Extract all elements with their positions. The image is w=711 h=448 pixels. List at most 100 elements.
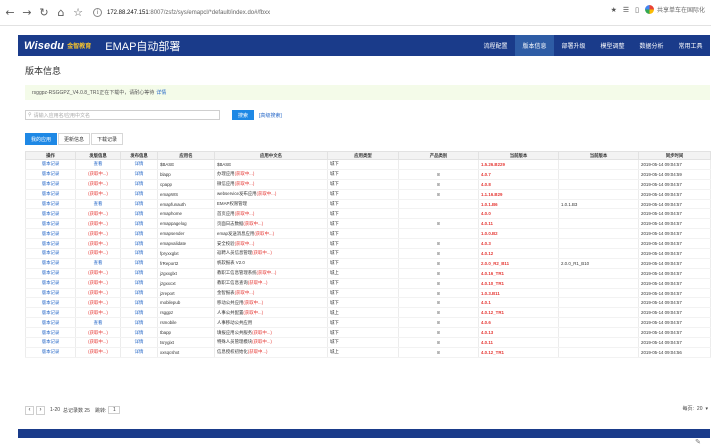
release-info-link[interactable]: (获取中...) [88,211,108,216]
release-info-link[interactable]: (获取中...) [88,181,108,186]
cell-text: 2019-05-14 09:04:57 [641,241,682,247]
version-record-link[interactable]: 版本记录 [42,310,60,315]
release-info-link[interactable]: (获取中...) [88,221,108,226]
profile-button[interactable]: 共享单车在国际化 [644,5,705,14]
detail-link[interactable]: 详情 [135,191,144,196]
nav-item[interactable]: 模型调整 [593,35,632,56]
extensions-icon[interactable]: ★ [611,6,617,14]
release-info-link[interactable]: (获取中...) [88,270,108,275]
table-cell: 2019-05-14 09:04:57 [638,218,711,230]
version-record-link[interactable]: 版本记录 [42,250,60,255]
sidebar-icon[interactable]: ▯ [635,6,639,14]
version-record-link[interactable]: 版本记录 [42,171,60,176]
detail-link[interactable]: 详情 [135,231,144,236]
detail-link[interactable]: 详情 [135,201,144,206]
home-icon[interactable]: ⌂ [54,6,68,20]
detail-link[interactable]: 详情 [135,320,144,325]
release-info-link[interactable]: (获取中...) [88,241,108,246]
next-page-icon[interactable]: › [36,405,45,415]
detail-link[interactable]: 详情 [135,330,144,335]
per-page-select[interactable]: 20 [697,406,703,412]
version-record-link[interactable]: 版本记录 [42,191,60,196]
version-record-link[interactable]: 版本记录 [42,300,60,305]
table-cell [558,208,639,220]
forward-icon[interactable]: → [20,6,34,20]
detail-link[interactable]: 详情 [135,290,144,295]
cell-text: 4.0.12_TR1 [481,349,504,355]
detail-link[interactable]: 详情 [135,260,144,265]
release-info-link[interactable]: 查看 [94,161,103,166]
version-record-link[interactable]: 版本记录 [42,339,60,344]
version-record-link[interactable]: 版本记录 [42,260,60,265]
release-info-link[interactable]: (获取中...) [88,349,108,354]
nav-item[interactable]: 流程配置 [476,35,515,56]
detail-link[interactable]: 详情 [135,171,144,176]
goto-page-input[interactable]: 1 [108,406,121,414]
nav-item[interactable]: 常用工具 [671,35,710,56]
release-info-link[interactable]: (获取中...) [88,339,108,344]
release-info-link[interactable]: (获取中...) [88,290,108,295]
version-record-link[interactable]: 版本记录 [42,231,60,236]
tab-update-info[interactable]: 更新信息 [58,133,91,145]
reload-icon[interactable]: ↻ [37,6,51,20]
version-record-link[interactable]: 版本记录 [42,280,60,285]
release-info-link[interactable]: 查看 [94,260,103,265]
info-icon[interactable]: i [93,8,102,17]
version-record-link[interactable]: 版本记录 [42,349,60,354]
notice-detail-link[interactable]: 详情 [156,89,166,96]
detail-link[interactable]: 详情 [135,211,144,216]
nav-item[interactable]: 数据分析 [632,35,671,56]
detail-link[interactable]: 详情 [135,349,144,354]
version-record-link[interactable]: 版本记录 [42,181,60,186]
release-info-link[interactable]: (获取中...) [88,280,108,285]
back-icon[interactable]: ← [3,6,17,20]
chevron-down-icon[interactable]: ▾ [705,406,708,412]
table-cell: 移动公共应用(获取中...) [214,297,328,309]
fetching-status: (获取中...) [234,210,255,216]
search-button[interactable]: 搜索 [232,110,254,120]
release-info-link[interactable]: (获取中...) [88,191,108,196]
release-info-link[interactable]: (获取中...) [88,171,108,176]
release-info-link[interactable]: 查看 [94,320,103,325]
version-record-link[interactable]: 版本记录 [42,320,60,325]
tab-download-log[interactable]: 下载记录 [91,133,124,145]
version-record-link[interactable]: 版本记录 [42,241,60,246]
advanced-search-link[interactable]: [高级搜索] [259,112,282,119]
release-info-link[interactable]: (获取中...) [88,310,108,315]
detail-link[interactable]: 详情 [135,339,144,344]
version-record-link[interactable]: 版本记录 [42,330,60,335]
search-input[interactable]: ⚲ 请输入应用名/应用中文名 [25,110,220,120]
version-record-link[interactable]: 版本记录 [42,161,60,166]
version-record-link[interactable]: 版本记录 [42,211,60,216]
address-bar[interactable]: i 172.88.247.151 :8007/zsfz/sys/emapcl/*… [93,5,593,21]
detail-link[interactable]: 详情 [135,241,144,246]
app-cn-name: emap发送消息应用 [217,230,255,236]
release-info-link[interactable]: (获取中...) [88,300,108,305]
detail-link[interactable]: 详情 [135,221,144,226]
detail-link[interactable]: 详情 [135,300,144,305]
release-info-link[interactable]: 查看 [94,201,103,206]
prev-page-icon[interactable]: ‹ [25,405,34,415]
edit-icon[interactable]: ✎ [695,438,701,446]
detail-link[interactable]: 详情 [135,250,144,255]
bookmark-star-icon[interactable]: ☆ [71,6,85,20]
detail-link[interactable]: 详情 [135,270,144,275]
tab-my-apps[interactable]: 我的应用 [25,133,58,145]
release-info-link[interactable]: (获取中...) [88,231,108,236]
translate-icon[interactable]: ☰ [623,6,629,14]
version-record-link[interactable]: 版本记录 [42,201,60,206]
version-record-link[interactable]: 版本记录 [42,290,60,295]
nav-item-active[interactable]: 版本信息 [515,35,554,56]
table-cell: 8 [398,258,479,269]
table-cell: 城上 [327,307,399,319]
detail-link[interactable]: 详情 [135,280,144,285]
version-record-link[interactable]: 版本记录 [42,270,60,275]
detail-link[interactable]: 详情 [135,161,144,166]
nav-item[interactable]: 部署升级 [554,35,593,56]
detail-link[interactable]: 详情 [135,181,144,186]
version-record-link[interactable]: 版本记录 [42,221,60,226]
release-info-link[interactable]: (获取中...) [88,250,108,255]
detail-link[interactable]: 详情 [135,310,144,315]
release-info-link[interactable]: (获取中...) [88,330,108,335]
table-row: 版本记录 (获取中...) 详情 emapvalidate 安全校验(获取中...) 城下… [25,238,711,250]
